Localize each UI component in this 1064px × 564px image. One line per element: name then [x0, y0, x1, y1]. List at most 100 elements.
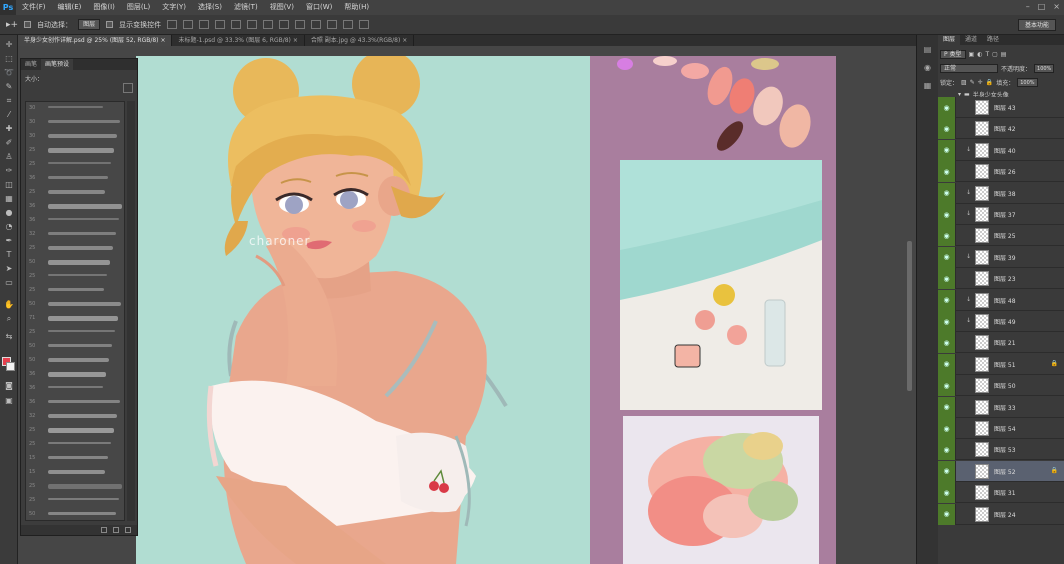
tab-brush[interactable]: 画笔 — [21, 59, 41, 70]
layer-thumbnail[interactable] — [975, 121, 989, 137]
visibility-eye-icon[interactable]: ◉ — [938, 97, 956, 118]
visibility-eye-icon[interactable]: ◉ — [938, 503, 956, 525]
align-center-icon[interactable] — [231, 20, 242, 29]
maximize-icon[interactable]: □ — [1038, 2, 1046, 11]
layer-name[interactable]: 图层 23 — [994, 274, 1016, 283]
layer-row[interactable]: ◉ ↓ 图层 48 — [938, 289, 1064, 311]
workspace-dropdown[interactable]: 基本功能 — [1017, 19, 1056, 31]
brush-preset-stroke[interactable] — [48, 190, 105, 194]
visibility-eye-icon[interactable]: ◉ — [938, 482, 956, 504]
blur-tool-icon[interactable]: ● — [3, 207, 15, 218]
layer-row[interactable]: ◉ 图层 23 — [938, 268, 1064, 290]
brush-tool-icon[interactable]: ✐ — [3, 137, 15, 148]
layer-name[interactable]: 图层 25 — [994, 231, 1016, 240]
align-middle-icon[interactable] — [183, 20, 194, 29]
filter-type-icon[interactable]: T — [985, 51, 989, 58]
layer-name[interactable]: 图层 53 — [994, 445, 1016, 454]
brush-preset-stroke[interactable] — [48, 148, 114, 153]
delete-brush-icon[interactable] — [125, 527, 131, 533]
lasso-tool-icon[interactable]: ➰ — [3, 67, 15, 78]
tab-brush-presets[interactable]: 画笔预设 — [41, 59, 74, 70]
close-icon[interactable]: × — [1053, 2, 1060, 11]
layer-thumbnail[interactable] — [975, 463, 989, 479]
visibility-eye-icon[interactable]: ◉ — [938, 118, 956, 140]
brush-preset-stroke[interactable] — [48, 106, 103, 108]
menu-layer[interactable]: 图层(L) — [121, 0, 156, 15]
layer-row[interactable]: ◉ 图层 33 — [938, 396, 1064, 418]
tab-layers[interactable]: 图层 — [938, 35, 961, 45]
screen-mode-icon[interactable]: ▣ — [3, 395, 15, 406]
visibility-eye-icon[interactable]: ◉ — [938, 289, 956, 311]
layer-thumbnail[interactable] — [975, 271, 989, 287]
auto-select-checkbox[interactable] — [24, 21, 32, 28]
brush-preset-stroke[interactable] — [48, 456, 108, 459]
move-tool-icon[interactable]: ✛ — [3, 39, 15, 50]
filter-pixel-icon[interactable]: ▣ — [969, 51, 975, 58]
illustration-canvas[interactable]: charoner — [136, 56, 590, 564]
eyedropper-tool-icon[interactable]: ⁄ — [3, 109, 15, 120]
brush-preset-stroke[interactable] — [48, 344, 112, 347]
zoom-tool-icon[interactable]: ⌕ — [3, 313, 15, 324]
brush-list-scrollbar[interactable] — [127, 101, 135, 521]
brush-preset-stroke[interactable] — [48, 428, 114, 433]
layer-name[interactable]: 图层 21 — [994, 338, 1016, 347]
gradient-tool-icon[interactable]: ▦ — [3, 193, 15, 204]
show-transform-checkbox[interactable] — [106, 21, 114, 28]
visibility-eye-icon[interactable]: ◉ — [938, 311, 956, 332]
menu-help[interactable]: 帮助(H) — [338, 0, 375, 15]
layer-name[interactable]: 图层 24 — [994, 510, 1016, 519]
blend-mode-dropdown[interactable]: 正常 — [940, 64, 998, 73]
visibility-eye-icon[interactable]: ◉ — [938, 353, 956, 375]
brush-preset-stroke[interactable] — [48, 204, 122, 209]
shape-tool-icon[interactable]: ▭ — [3, 277, 15, 288]
distribute-center-icon[interactable] — [327, 20, 338, 29]
brush-preset-stroke[interactable] — [48, 274, 107, 276]
layer-thumbnail[interactable] — [975, 228, 989, 244]
layer-name[interactable]: 图层 42 — [994, 124, 1016, 133]
filter-adjust-icon[interactable]: ◐ — [977, 51, 982, 58]
toggle-brush-panel-icon[interactable] — [101, 527, 107, 533]
brush-preset-stroke[interactable] — [48, 288, 104, 291]
layer-name[interactable]: 图层 40 — [994, 146, 1016, 155]
layer-row[interactable]: ◉ 图层 52 🔒 — [938, 460, 1064, 482]
layer-row[interactable]: ◉ 图层 42 — [938, 118, 1064, 140]
menu-file[interactable]: 文件(F) — [16, 0, 52, 15]
lock-move-icon[interactable]: ✛ — [978, 79, 983, 86]
menu-type[interactable]: 文字(Y) — [156, 0, 192, 15]
brush-preset-stroke[interactable] — [48, 484, 122, 489]
layer-thumbnail[interactable] — [975, 164, 989, 180]
brush-preset-stroke[interactable] — [48, 442, 111, 444]
background-color-swatch[interactable] — [6, 362, 15, 371]
layer-row[interactable]: ◉ ↓ 图层 38 — [938, 182, 1064, 204]
layer-thumbnail[interactable] — [975, 399, 989, 415]
visibility-eye-icon[interactable]: ◉ — [938, 204, 956, 225]
visibility-eye-icon[interactable]: ◉ — [938, 439, 956, 461]
layer-row[interactable]: ◉ 图层 31 — [938, 482, 1064, 504]
align-right-icon[interactable] — [247, 20, 258, 29]
align-top-icon[interactable] — [167, 20, 178, 29]
layer-row[interactable]: ◉ ↓ 图层 40 — [938, 139, 1064, 161]
brush-preset-stroke[interactable] — [48, 372, 106, 377]
visibility-eye-icon[interactable]: ◉ — [938, 332, 956, 354]
layer-name[interactable]: 图层 54 — [994, 424, 1016, 433]
layer-thumbnail[interactable] — [975, 335, 989, 351]
layer-thumbnail[interactable] — [975, 356, 989, 372]
brush-preset-stroke[interactable] — [48, 218, 119, 220]
brush-preset-stroke[interactable] — [48, 232, 116, 235]
layer-name[interactable]: 图层 49 — [994, 317, 1016, 326]
layer-thumbnail[interactable] — [975, 207, 989, 222]
layer-thumbnail[interactable] — [975, 378, 989, 394]
history-brush-icon[interactable]: ✑ — [3, 165, 15, 176]
brush-preset-stroke[interactable] — [48, 498, 119, 500]
layer-row[interactable]: ◉ 图层 21 — [938, 332, 1064, 354]
menu-window[interactable]: 窗口(W) — [300, 0, 338, 15]
layer-name[interactable]: 图层 26 — [994, 167, 1016, 176]
menu-select[interactable]: 选择(S) — [192, 0, 228, 15]
brush-preset-stroke[interactable] — [48, 302, 121, 306]
layer-name[interactable]: 图层 50 — [994, 381, 1016, 390]
lock-brush-icon[interactable]: ✎ — [970, 79, 975, 86]
visibility-eye-icon[interactable]: ◉ — [938, 396, 956, 418]
align-bottom-icon[interactable] — [199, 20, 210, 29]
pen-tool-icon[interactable]: ✒ — [3, 235, 15, 246]
layer-name[interactable]: 图层 38 — [994, 189, 1016, 198]
